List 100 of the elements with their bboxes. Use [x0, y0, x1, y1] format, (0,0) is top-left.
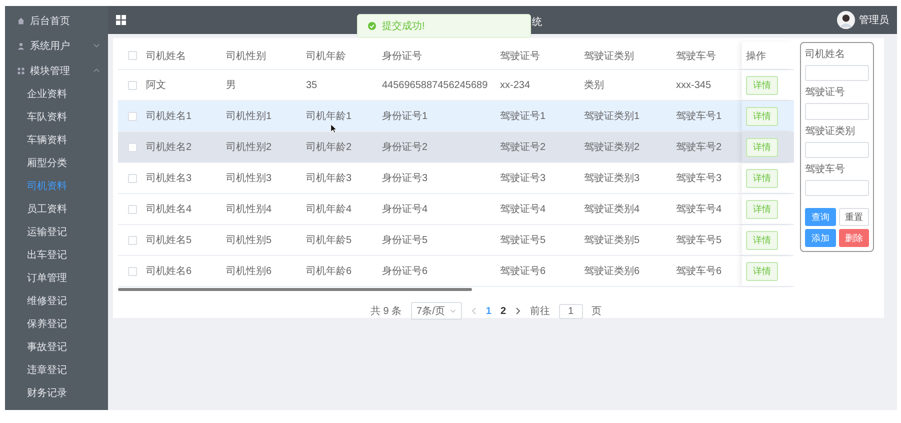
sidebar-item[interactable]: 后台首页 — [5, 8, 108, 33]
table-row[interactable]: 司机姓名5 司机性别5 司机年龄5 身份证号5 驾驶证号5 驾驶证类别5 驾驶车号5 详情 — [118, 225, 794, 256]
page-number[interactable]: 2 — [500, 306, 506, 316]
input-field[interactable] — [805, 65, 869, 82]
sidebar-item[interactable]: 车队资料 — [5, 106, 108, 129]
sidebar-item[interactable]: 出车登记 — [5, 244, 108, 267]
column-header: 驾驶车号 — [676, 50, 717, 62]
table-cell-text: 司机性别6 — [226, 264, 273, 278]
table-row[interactable]: 司机姓名4 司机性别4 司机年龄4 身份证号4 驾驶证号4 驾驶证类别4 驾驶车号4 详情 — [118, 194, 794, 225]
sidebar-item[interactable]: 保养登记 — [5, 313, 108, 336]
table-row[interactable]: 司机姓名1 司机性别1 司机年龄1 身份证号1 驾驶证号1 驾驶证类别1 驾驶车号1 详情 — [118, 101, 794, 132]
table-cell-text: 驾驶证号4 — [500, 202, 547, 216]
action-button[interactable]: 查询 — [805, 208, 836, 226]
column-header: 驾驶证号 — [500, 50, 541, 62]
table-cell-text: 司机年龄4 — [306, 202, 353, 216]
menu-icon[interactable] — [116, 15, 126, 25]
table-cell-text: 阿文 — [146, 78, 167, 92]
table-cell-text: 司机姓名5 — [146, 234, 193, 247]
row-checkbox[interactable] — [128, 112, 136, 120]
column-header: 操作 — [742, 42, 794, 69]
input-field[interactable] — [805, 142, 869, 158]
table-cell-text: 司机性别5 — [226, 234, 273, 247]
table-cell-text: 司机年龄3 — [306, 172, 353, 185]
select-all-checkbox[interactable] — [128, 51, 136, 60]
table-cell-text: 身份证号1 — [382, 110, 429, 123]
sidebar-item[interactable]: 订单管理 — [5, 267, 108, 290]
chevron-down-icon — [450, 309, 456, 313]
input-field[interactable] — [805, 180, 869, 196]
table-cell-text: 驾驶证类别1 — [584, 110, 641, 123]
chevron-down-icon — [93, 43, 100, 48]
sidebar-item[interactable]: 企业资料 — [5, 83, 108, 106]
page-size-select[interactable]: 7条/页 — [410, 302, 462, 320]
user-name[interactable]: 管理员 — [859, 13, 889, 27]
table-row[interactable]: 司机姓名2 司机性别2 司机年龄2 身份证号2 驾驶证号2 驾驶证类别2 驾驶车号2 详情 — [118, 132, 794, 163]
sidebar-item[interactable]: 运输登记 — [5, 221, 108, 244]
field-label: 驾驶车号 — [805, 162, 846, 176]
table-cell-text: 司机性别4 — [226, 202, 273, 216]
sidebar-item[interactable]: 维修登记 — [5, 290, 108, 313]
check-circle-icon — [368, 22, 376, 30]
table-cell-text: 驾驶车号3 — [676, 172, 723, 185]
row-checkbox[interactable] — [128, 236, 136, 244]
avatar-icon[interactable] — [837, 11, 855, 29]
page-number[interactable]: 1 — [486, 306, 492, 316]
column-header: 驾驶证类别 — [584, 50, 635, 62]
sidebar-item[interactable]: 员工资料 — [5, 198, 108, 221]
table-cell-text: 驾驶证类别6 — [584, 264, 641, 278]
action-button[interactable]: 删除 — [838, 229, 869, 247]
cursor-icon — [330, 123, 337, 134]
page-input[interactable]: 1 — [559, 304, 583, 318]
table-cell-text: 驾驶证号6 — [500, 264, 547, 278]
toast-message: 提交成功! — [382, 20, 425, 33]
row-checkbox[interactable] — [128, 142, 136, 152]
table-cell-text: 司机年龄6 — [306, 264, 353, 278]
sidebar-item[interactable]: 厢型分类 — [5, 152, 108, 175]
row-checkbox[interactable] — [128, 80, 136, 90]
sidebar-item[interactable]: 违章登记 — [5, 359, 108, 382]
table-cell-text: 身份证号6 — [382, 265, 429, 278]
table-cell-text: 司机年龄5 — [306, 234, 353, 247]
table-cell-text: 驾驶车号6 — [676, 264, 723, 278]
user-icon — [17, 42, 25, 50]
table-cell-text: 驾驶证类别3 — [584, 172, 641, 185]
table-cell-text: 司机姓名6 — [146, 264, 193, 278]
table-cell-text: 驾驶证号1 — [500, 110, 547, 123]
table-cell-text: 驾驶证类别5 — [584, 234, 641, 247]
table-cell-text: 4456965887456245689 — [382, 80, 489, 90]
table-cell-text: 司机姓名2 — [146, 140, 193, 154]
table-cell-text: xxx-345 — [676, 80, 712, 90]
table-cell-text: xx-234 — [500, 80, 532, 90]
table-row[interactable]: 司机姓名3 司机性别3 司机年龄3 身份证号3 驾驶证号3 驾驶证类别3 驾驶车号3 详情 — [118, 163, 794, 194]
table-cell-text: 司机姓名1 — [146, 110, 193, 123]
next-page-icon[interactable] — [515, 307, 522, 315]
table-cell-text: 司机性别2 — [226, 140, 273, 154]
column-header: 司机年龄 — [306, 50, 347, 62]
table-cell-text: 身份证号4 — [382, 203, 429, 216]
table-cell-text: 驾驶车号2 — [676, 140, 723, 154]
sidebar-item[interactable]: 系统用户 — [5, 33, 108, 58]
table-cell-text: 身份证号2 — [382, 141, 429, 154]
table-cell-text: 司机年龄2 — [306, 140, 353, 154]
home-icon — [17, 16, 25, 24]
goto-label: 前往 — [530, 304, 550, 318]
table-cell-text: 司机性别1 — [226, 110, 273, 123]
app-title: 统 — [532, 16, 542, 29]
input-field[interactable] — [805, 103, 869, 120]
action-button[interactable]: 重置 — [838, 208, 869, 226]
action-button[interactable]: 添加 — [805, 229, 836, 247]
scrollbar-thumb[interactable] — [118, 288, 472, 291]
field-label: 司机姓名 — [805, 48, 846, 61]
sidebar-item[interactable]: 模块管理 — [5, 58, 108, 83]
table-row[interactable]: 司机姓名6 司机性别6 司机年龄6 身份证号6 驾驶证号6 驾驶证类别6 驾驶车号6 详情 — [118, 256, 794, 287]
prev-page-icon[interactable] — [470, 307, 477, 315]
row-checkbox[interactable] — [128, 174, 136, 182]
chevron-up-icon — [93, 68, 100, 73]
table-cell-text: 类别 — [584, 78, 605, 92]
table-cell-text: 35 — [306, 80, 318, 90]
table-cell-text: 驾驶证类别2 — [584, 140, 641, 154]
sidebar-item[interactable]: 车辆资料 — [5, 129, 108, 152]
row-checkbox[interactable] — [128, 266, 136, 276]
row-checkbox[interactable] — [128, 204, 136, 214]
sidebar-item[interactable]: 事故登记 — [5, 336, 108, 359]
sidebar-item[interactable]: 财务记录 — [5, 382, 108, 405]
